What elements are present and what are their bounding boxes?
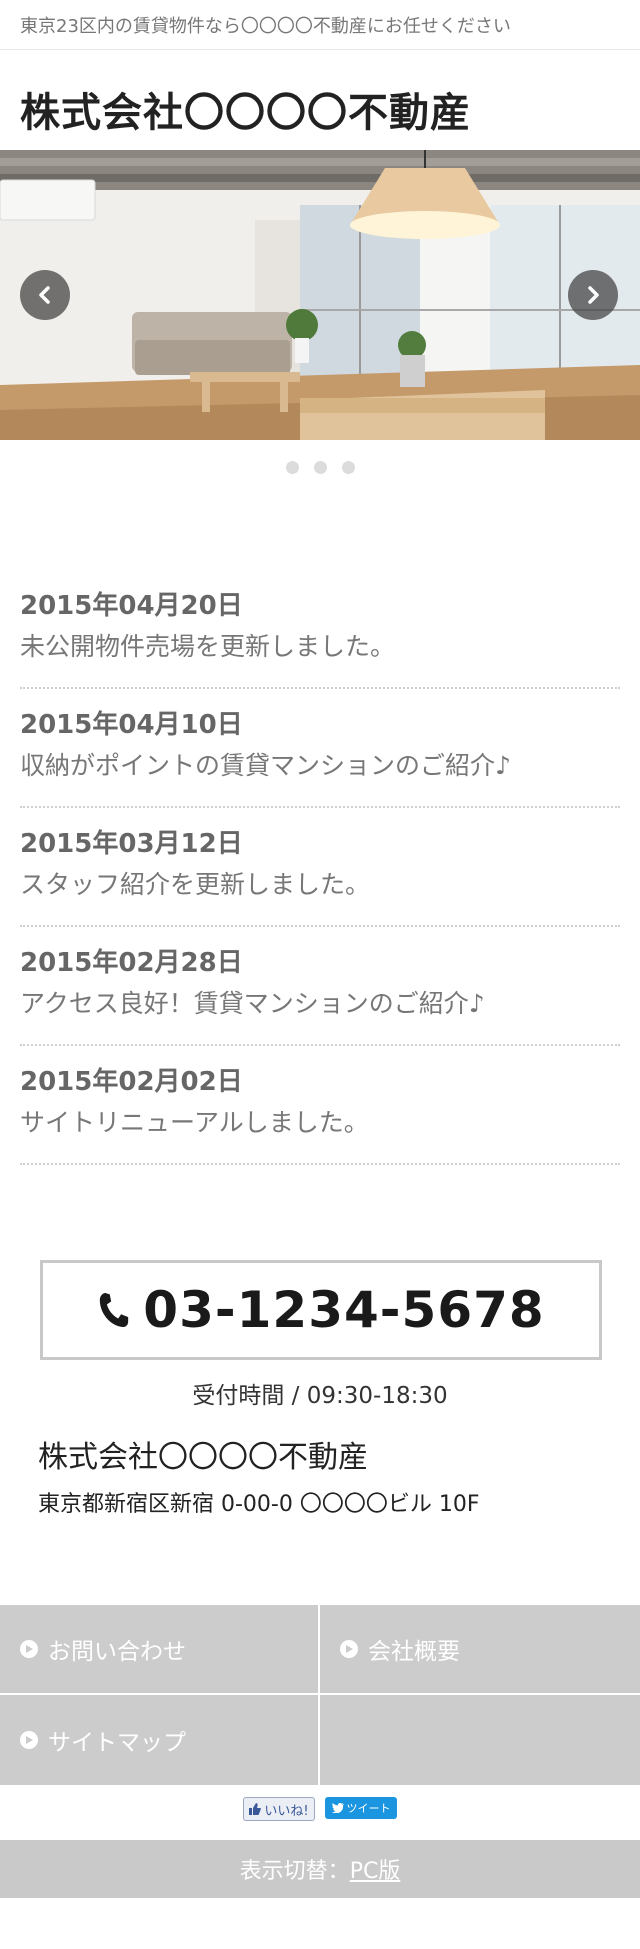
footer-link-sitemap[interactable]: サイトマップ bbox=[0, 1695, 320, 1785]
company-name: 株式会社〇〇〇〇不動産 bbox=[38, 1440, 368, 1475]
like-label: いいね! bbox=[264, 1803, 309, 1819]
footer-link-contact[interactable]: お問い合わせ bbox=[0, 1605, 320, 1695]
footer-link-company[interactable]: 会社概要 bbox=[320, 1605, 640, 1695]
company-info: 株式会社〇〇〇〇不動産 東京都新宿区新宿 0-00-0 〇〇〇〇ビル 10F bbox=[0, 1432, 640, 1518]
slider-prev-button[interactable] bbox=[20, 270, 70, 320]
chevron-left-icon bbox=[39, 286, 50, 304]
slider-dot-3[interactable] bbox=[341, 461, 355, 474]
slider-pagination bbox=[0, 440, 640, 495]
news-date: 2015年04月10日 bbox=[20, 710, 243, 740]
footer-link-label: 会社概要 bbox=[368, 1639, 460, 1665]
news-item[interactable]: 2015年02月28日 アクセス良好！賃貸マンションのご紹介♪ bbox=[20, 927, 620, 1046]
news-title[interactable]: サイトリニューアルしました。 bbox=[20, 1103, 620, 1143]
news-date: 2015年02月28日 bbox=[20, 948, 243, 978]
phone-call-button[interactable]: 03-1234-5678 bbox=[40, 1260, 602, 1360]
slider-dot-2[interactable] bbox=[313, 461, 327, 474]
switcher-prefix: 表示切替： bbox=[239, 1859, 350, 1884]
footer-link-label: お問い合わせ bbox=[48, 1639, 186, 1665]
room-photo bbox=[0, 150, 640, 440]
slider-next-button[interactable] bbox=[568, 270, 618, 320]
header-tagline: 東京23区内の賃貸物件なら〇〇〇〇不動産にお任せください bbox=[0, 0, 640, 50]
news-list: 2015年04月20日 未公開物件売場を更新しました。 2015年04月10日 … bbox=[0, 495, 640, 1165]
site-title[interactable]: 株式会社〇〇〇〇不動産 bbox=[0, 50, 640, 150]
news-title[interactable]: スタッフ紹介を更新しました。 bbox=[20, 865, 620, 905]
news-title[interactable]: アクセス良好！賃貸マンションのご紹介♪ bbox=[20, 984, 620, 1024]
play-circle-icon bbox=[20, 1731, 38, 1749]
news-item[interactable]: 2015年02月02日 サイトリニューアルしました。 bbox=[20, 1046, 620, 1165]
pc-version-link[interactable]: PC版 bbox=[350, 1853, 401, 1885]
footer-link-empty bbox=[320, 1695, 640, 1785]
footer-link-label: サイトマップ bbox=[48, 1730, 186, 1756]
news-item[interactable]: 2015年04月10日 収納がポイントの賃貸マンションのご紹介♪ bbox=[20, 689, 620, 808]
social-buttons: いいね! ツイート bbox=[0, 1797, 640, 1821]
footer-nav: お問い合わせ 会社概要 サイトマップ bbox=[0, 1605, 640, 1785]
news-date: 2015年02月02日 bbox=[20, 1067, 243, 1097]
facebook-like-button[interactable]: いいね! bbox=[243, 1797, 315, 1821]
twitter-bird-icon bbox=[331, 1803, 344, 1813]
tweet-button[interactable]: ツイート bbox=[325, 1797, 397, 1819]
chevron-right-icon bbox=[588, 286, 599, 304]
phone-number: 03-1234-5678 bbox=[143, 1281, 545, 1339]
play-circle-icon bbox=[340, 1640, 358, 1658]
display-switcher: 表示切替： PC版 bbox=[0, 1840, 640, 1898]
tweet-label: ツイート bbox=[346, 1802, 391, 1815]
news-title[interactable]: 未公開物件売場を更新しました。 bbox=[20, 627, 620, 667]
news-date: 2015年04月20日 bbox=[20, 591, 243, 621]
thumbs-up-icon bbox=[249, 1803, 262, 1815]
news-date: 2015年03月12日 bbox=[20, 829, 243, 859]
news-item[interactable]: 2015年04月20日 未公開物件売場を更新しました。 bbox=[20, 570, 620, 689]
play-circle-icon bbox=[20, 1640, 38, 1658]
company-address: 東京都新宿区新宿 0-00-0 〇〇〇〇ビル 10F bbox=[38, 1492, 480, 1517]
phone-icon bbox=[100, 1293, 129, 1327]
news-item[interactable]: 2015年03月12日 スタッフ紹介を更新しました。 bbox=[20, 808, 620, 927]
slider-dot-1[interactable] bbox=[285, 461, 299, 474]
business-hours: 受付時間 / 09:30-18:30 bbox=[192, 1383, 448, 1409]
hero-slider[interactable] bbox=[0, 150, 640, 440]
news-title[interactable]: 収納がポイントの賃貸マンションのご紹介♪ bbox=[20, 746, 620, 786]
